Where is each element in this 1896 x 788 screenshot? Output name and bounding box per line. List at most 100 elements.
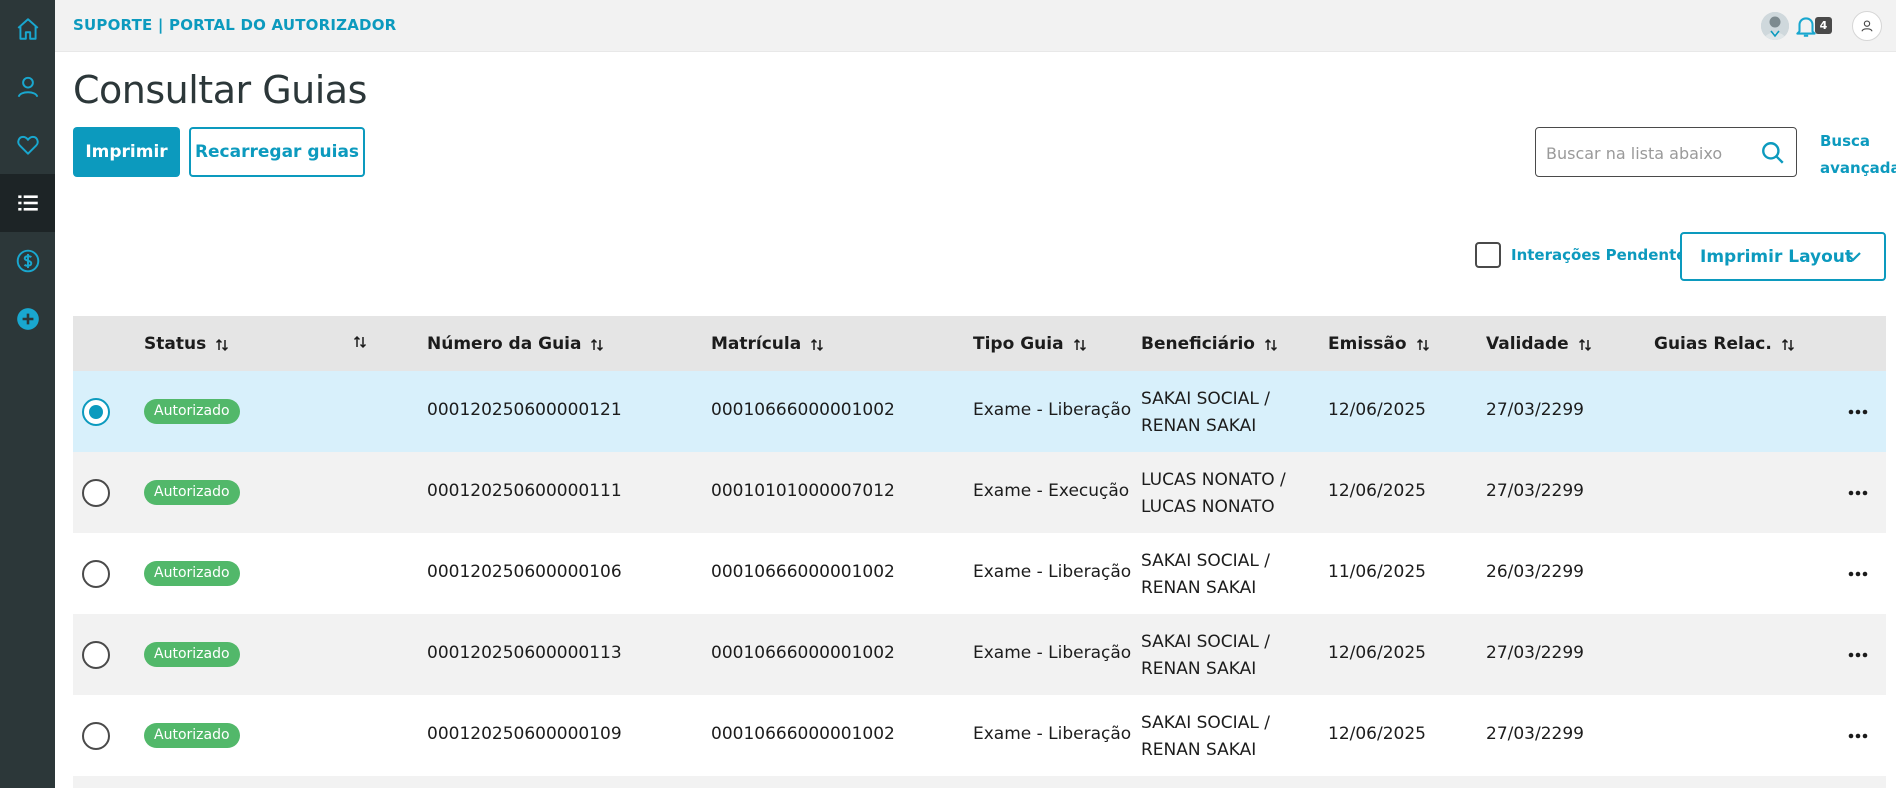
column-header-tipo-guia[interactable]: Tipo Guia xyxy=(973,334,1087,354)
doctor-avatar[interactable] xyxy=(1761,12,1789,40)
sidebar-item-guias[interactable] xyxy=(0,174,55,232)
column-header-matricula[interactable]: Matrícula xyxy=(711,334,824,354)
table-row-partial xyxy=(73,776,1886,788)
row-actions-icon[interactable] xyxy=(1847,726,1869,746)
registration-cell: 00010101000007012 xyxy=(711,481,895,501)
table-row[interactable]: Autorizado 000120250600000109 000106660000… xyxy=(73,695,1886,776)
column-header-label: Guias Relac. xyxy=(1654,334,1772,354)
sort-icon[interactable] xyxy=(1073,337,1087,352)
brand-title: SUPORTE | PORTAL DO AUTORIZADOR xyxy=(73,16,397,34)
column-header-numero-guia[interactable]: Número da Guia xyxy=(427,334,604,354)
sidebar-item-user[interactable] xyxy=(0,58,55,116)
guide-type-cell: Exame - Liberação xyxy=(973,400,1132,420)
issue-date-cell: 12/06/2025 xyxy=(1328,481,1426,501)
print-layout-label: Imprimir Layout xyxy=(1700,247,1854,267)
guide-type-cell: Exame - Liberação xyxy=(973,724,1132,744)
column-header-label: Número da Guia xyxy=(427,334,582,354)
column-header-emissao[interactable]: Emissão xyxy=(1328,334,1430,354)
row-select-radio[interactable] xyxy=(82,479,110,507)
search-input[interactable] xyxy=(1546,140,1746,166)
home-icon xyxy=(17,18,38,40)
list-icon xyxy=(17,195,38,211)
pending-interactions-checkbox[interactable] xyxy=(1475,242,1501,268)
beneficiary-cell: LUCAS NONATO / LUCAS NONATO xyxy=(1141,470,1286,517)
status-badge: Autorizado xyxy=(144,399,240,424)
sidebar-item-home[interactable] xyxy=(0,0,55,58)
validity-date-cell: 27/03/2299 xyxy=(1486,481,1584,501)
status-badge: Autorizado xyxy=(144,642,240,667)
pending-interactions-label[interactable]: Interações Pendentes xyxy=(1511,246,1695,264)
table-row[interactable]: Autorizado 000120250600000111 000101010000… xyxy=(73,452,1886,533)
registration-cell: 00010666000001002 xyxy=(711,643,895,663)
status-badge: Autorizado xyxy=(144,723,240,748)
sort-icon[interactable] xyxy=(810,337,824,352)
column-header-status[interactable]: Status xyxy=(144,334,229,354)
sort-icon[interactable] xyxy=(1781,337,1795,352)
search-field[interactable] xyxy=(1535,127,1797,177)
sort-icon[interactable] xyxy=(353,334,367,349)
guide-type-cell: Exame - Liberação xyxy=(973,562,1132,582)
row-actions-icon[interactable] xyxy=(1847,483,1869,503)
search-icon[interactable] xyxy=(1760,140,1786,166)
person-icon xyxy=(1861,20,1873,32)
table-row[interactable]: Autorizado 000120250600000113 000106660000… xyxy=(73,614,1886,695)
user-icon xyxy=(17,76,38,98)
sort-icon[interactable] xyxy=(215,337,229,352)
issue-date-cell: 11/06/2025 xyxy=(1328,562,1426,582)
sort-icon[interactable] xyxy=(1578,337,1592,352)
guide-number-cell: 000120250600000106 xyxy=(427,562,622,582)
print-layout-dropdown[interactable]: Imprimir Layout xyxy=(1680,232,1886,281)
row-actions-icon[interactable] xyxy=(1847,564,1869,584)
column-header-beneficiario[interactable]: Beneficiário xyxy=(1141,334,1278,354)
beneficiary-cell: SAKAI SOCIAL / RENAN SAKAI xyxy=(1141,632,1270,679)
status-badge: Autorizado xyxy=(144,480,240,505)
reload-guides-button[interactable]: Recarregar guias xyxy=(189,127,365,177)
beneficiary-cell: SAKAI SOCIAL / RENAN SAKAI xyxy=(1141,551,1270,598)
column-header-label: Status xyxy=(144,334,207,354)
row-select-radio[interactable] xyxy=(82,641,110,669)
column-header-label: Emissão xyxy=(1328,334,1407,354)
sidebar-item-financeiro[interactable] xyxy=(0,232,55,290)
column-header-blank[interactable] xyxy=(353,334,367,349)
plus-icon xyxy=(16,308,39,330)
sort-icon[interactable] xyxy=(1264,337,1278,352)
row-actions-icon[interactable] xyxy=(1847,645,1869,665)
registration-cell: 00010666000001002 xyxy=(711,400,895,420)
registration-cell: 00010666000001002 xyxy=(711,562,895,582)
top-bar: SUPORTE | PORTAL DO AUTORIZADOR 4 xyxy=(55,0,1896,52)
validity-date-cell: 26/03/2299 xyxy=(1486,562,1584,582)
chevron-down-icon xyxy=(1845,252,1861,262)
sort-icon[interactable] xyxy=(1416,337,1430,352)
notification-count-badge: 4 xyxy=(1815,17,1832,34)
heart-icon xyxy=(16,135,39,155)
validity-date-cell: 27/03/2299 xyxy=(1486,724,1584,744)
doctor-avatar-icon xyxy=(1761,12,1789,40)
sidebar xyxy=(0,0,55,788)
row-select-radio[interactable] xyxy=(82,722,110,750)
guide-number-cell: 000120250600000109 xyxy=(427,724,622,744)
user-menu-button[interactable] xyxy=(1852,11,1882,41)
row-select-radio[interactable] xyxy=(82,560,110,588)
guide-number-cell: 000120250600000121 xyxy=(427,400,622,420)
row-actions-icon[interactable] xyxy=(1847,402,1869,422)
advanced-search-link[interactable]: Busca avançada xyxy=(1820,128,1896,182)
guide-number-cell: 000120250600000111 xyxy=(427,481,622,501)
dollar-icon xyxy=(16,249,39,273)
column-header-label: Validade xyxy=(1486,334,1569,354)
column-header-label: Matrícula xyxy=(711,334,802,354)
sidebar-item-health[interactable] xyxy=(0,116,55,174)
table-row[interactable]: Autorizado 000120250600000121 000106660000… xyxy=(73,371,1886,452)
guide-type-cell: Exame - Liberação xyxy=(973,643,1132,663)
sidebar-item-add[interactable] xyxy=(0,290,55,348)
column-header-guias-relac[interactable]: Guias Relac. xyxy=(1654,334,1795,354)
print-button[interactable]: Imprimir xyxy=(73,127,180,177)
issue-date-cell: 12/06/2025 xyxy=(1328,400,1426,420)
column-header-validade[interactable]: Validade xyxy=(1486,334,1592,354)
advanced-search-text-2: avançada xyxy=(1820,159,1896,177)
table-header: Status Número da Guia Matrícula Tipo Guia Be… xyxy=(73,316,1886,371)
sort-icon[interactable] xyxy=(590,337,604,352)
table-row[interactable]: Autorizado 000120250600000106 000106660000… xyxy=(73,533,1886,614)
beneficiary-cell: SAKAI SOCIAL / RENAN SAKAI xyxy=(1141,713,1270,760)
guide-type-cell: Exame - Execução xyxy=(973,481,1130,501)
row-select-radio[interactable] xyxy=(82,398,110,426)
